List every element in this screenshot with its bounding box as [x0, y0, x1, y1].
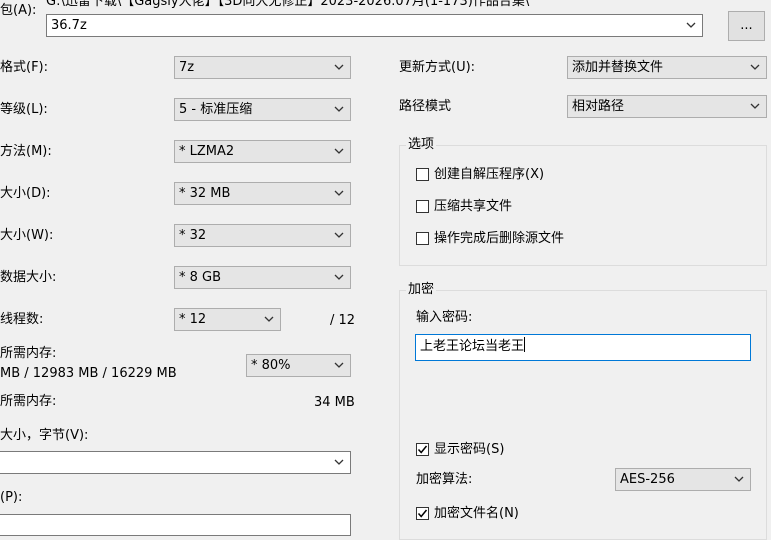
threads-max: / 12 — [330, 313, 356, 328]
chevron-down-icon — [334, 148, 344, 154]
path-mode-label: 路径模式 — [399, 99, 452, 114]
solid-size-select[interactable]: * 8 GB — [174, 266, 351, 289]
sfx-label: 创建自解压程序(X) — [434, 167, 545, 182]
solid-size-value: * 8 GB — [179, 270, 222, 285]
checkmark-icon — [417, 445, 428, 454]
archive-name-value: 36.7z — [51, 18, 87, 33]
memory-detail: MB / 12983 MB / 16229 MB — [0, 366, 177, 381]
chevron-down-icon — [334, 459, 344, 465]
delete-after-checkbox[interactable] — [416, 232, 429, 245]
split-size-combo[interactable] — [0, 451, 351, 474]
show-password-label: 显示密码(S) — [434, 442, 505, 457]
shared-files-checkbox[interactable] — [416, 200, 429, 213]
dict-size-select[interactable]: * 32 MB — [174, 182, 351, 205]
threads-select[interactable]: * 12 — [174, 308, 281, 331]
split-size-label: 大小，字节(V): — [0, 428, 89, 443]
level-value: 5 - 标准压缩 — [179, 102, 253, 117]
level-select[interactable]: 5 - 标准压缩 — [174, 98, 351, 121]
path-mode-value: 相对路径 — [572, 99, 625, 114]
archive-path: G:\迅雷下载\【Gagsly大佬】【3D向大无修正】2023-2026.07月… — [46, 0, 530, 9]
shared-files-label: 压缩共享文件 — [434, 199, 513, 214]
archive-name-combo[interactable]: 36.7z — [46, 14, 703, 37]
encryption-method-value: AES-256 — [620, 472, 675, 487]
level-label: 等级(L): — [0, 102, 48, 117]
chevron-down-icon — [334, 362, 344, 368]
memory-percent-select[interactable]: * 80% — [246, 354, 351, 377]
chevron-down-icon — [334, 64, 344, 70]
method-value: * LZMA2 — [179, 144, 235, 159]
password-input[interactable]: 上老王论坛当老王 — [415, 334, 751, 361]
word-size-label: 大小(W): — [0, 228, 54, 243]
chevron-down-icon — [334, 190, 344, 196]
show-password-checkbox[interactable] — [416, 443, 429, 456]
format-value: 7z — [179, 60, 195, 75]
encryption-group-title: 加密 — [406, 282, 437, 298]
solid-size-label: 数据大小: — [0, 270, 57, 285]
path-mode-select[interactable]: 相对路径 — [567, 95, 767, 118]
sfx-checkbox[interactable] — [416, 168, 429, 181]
encryption-group — [399, 290, 767, 540]
threads-value: * 12 — [179, 312, 207, 327]
dict-size-label: 大小(D): — [0, 186, 51, 201]
password-value: 上老王论坛当老王 — [420, 339, 525, 354]
archive-label: 包(A): — [0, 3, 37, 18]
chevron-down-icon — [334, 106, 344, 112]
word-size-value: * 32 — [179, 228, 207, 243]
method-select[interactable]: * LZMA2 — [174, 140, 351, 163]
delete-after-label: 操作完成后删除源文件 — [434, 231, 565, 246]
options-group-title: 选项 — [406, 137, 437, 153]
update-mode-label: 更新方式(U): — [399, 60, 476, 75]
memory-percent-value: * 80% — [251, 358, 291, 373]
params-input[interactable] — [0, 514, 351, 536]
format-select[interactable]: 7z — [174, 56, 351, 79]
encrypt-names-checkbox[interactable] — [416, 507, 429, 520]
update-mode-value: 添加并替换文件 — [572, 60, 664, 75]
chevron-down-icon — [750, 64, 760, 70]
params-label: (P): — [0, 490, 23, 505]
decomp-memory-value: 34 MB — [314, 395, 355, 410]
text-caret — [524, 337, 526, 352]
encryption-method-select[interactable]: AES-256 — [615, 468, 751, 491]
decomp-memory-label: 所需内存: — [0, 394, 57, 409]
encryption-method-label: 加密算法: — [416, 472, 473, 487]
threads-label: 线程数: — [0, 312, 44, 327]
password-label: 输入密码: — [416, 310, 473, 325]
checkmark-icon — [417, 509, 428, 518]
word-size-select[interactable]: * 32 — [174, 224, 351, 247]
chevron-down-icon — [264, 316, 274, 322]
chevron-down-icon — [334, 232, 344, 238]
chevron-down-icon — [734, 476, 744, 482]
browse-button[interactable]: ... — [728, 11, 765, 41]
method-label: 方法(M): — [0, 144, 52, 159]
chevron-down-icon — [334, 274, 344, 280]
encrypt-names-label: 加密文件名(N) — [434, 506, 519, 521]
dict-size-value: * 32 MB — [179, 186, 231, 201]
chevron-down-icon — [750, 103, 760, 109]
format-label: 格式(F): — [0, 60, 49, 75]
chevron-down-icon — [686, 22, 696, 28]
memory-label: 所需内存: — [0, 346, 57, 361]
update-mode-select[interactable]: 添加并替换文件 — [567, 56, 767, 79]
